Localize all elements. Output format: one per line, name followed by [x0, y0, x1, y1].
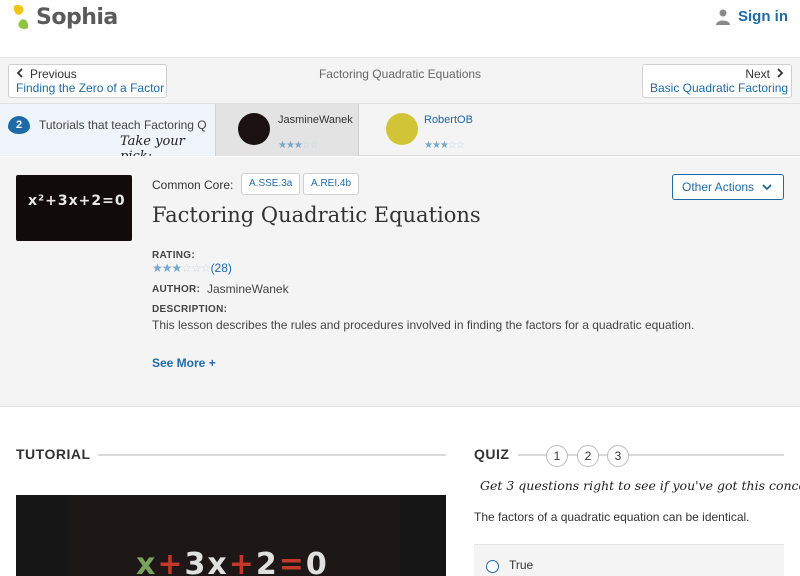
author-label: AUTHOR:	[152, 284, 201, 295]
quiz-question-text: The factors of a quadratic equation can …	[474, 510, 750, 524]
tutorial-picker-intro: 2 Tutorials that teach Factoring Q Take …	[0, 104, 215, 156]
tutorial-rating-stars: ★★★☆☆	[278, 140, 319, 151]
quiz-question-2[interactable]: 2	[577, 445, 599, 467]
rating-label: RATING:	[152, 250, 196, 261]
quiz-heading: QUIZ	[474, 446, 510, 462]
quiz-answer-option[interactable]: True	[474, 544, 784, 576]
tutorial-rating-stars: ★★★☆☆	[424, 140, 465, 151]
chevron-down-icon	[762, 184, 772, 191]
description-text: This lesson describes the rules and proc…	[152, 318, 695, 332]
signin-button[interactable]: Sign in	[716, 8, 788, 25]
sophia-logo-icon	[13, 4, 29, 30]
description-label: DESCRIPTION:	[152, 304, 228, 315]
other-actions-label: Other Actions	[682, 180, 755, 194]
lesson-thumbnail: x²+3x+2=0	[16, 175, 132, 241]
take-your-pick-text: Take your pick:	[120, 134, 185, 156]
video-equation: x+3x+2=0	[136, 547, 329, 576]
quiz-hint: Get 3 questions right to see if you've g…	[480, 478, 800, 493]
tutorial-thumbnail	[386, 113, 418, 145]
author-name: JasmineWanek	[207, 282, 289, 296]
common-core-label: Common Core:	[152, 178, 234, 192]
video-frame: x+3x+2=0	[70, 495, 400, 576]
rating-stars: ★★★☆☆☆	[152, 261, 212, 275]
tutorial-author[interactable]: RobertOB	[424, 114, 473, 126]
lesson-nav-bar: Previous Finding the Zero of a Factor Fa…	[0, 58, 800, 104]
sophia-logo[interactable]: Sophia	[10, 4, 118, 30]
tutorial-picker: 2 Tutorials that teach Factoring Q Take …	[0, 104, 800, 156]
logo-text: Sophia	[36, 4, 118, 30]
tutorial-divider	[98, 454, 446, 456]
standard-tag[interactable]: A.REI.4b	[303, 173, 360, 195]
tutorial-option-jasminewanek[interactable]: JasmineWanek ★★★☆☆	[215, 104, 359, 156]
standard-tag[interactable]: A.SSE.3a	[241, 173, 301, 195]
tutorial-thumbnail	[238, 113, 270, 145]
answer-radio[interactable]	[486, 560, 499, 573]
tutorial-count-text: Tutorials that teach Factoring Q	[39, 118, 207, 132]
answer-text: True	[509, 558, 534, 572]
next-button[interactable]: Next Basic Quadratic Factoring	[642, 64, 792, 98]
lesson-title: Factoring Quadratic Equations	[152, 203, 481, 227]
next-title[interactable]: Basic Quadratic Factoring	[650, 81, 788, 95]
see-more-link[interactable]: See More +	[152, 356, 216, 370]
next-label: Next	[745, 67, 770, 81]
rating-count: (28)	[210, 261, 232, 275]
tutorial-count-badge: 2	[8, 116, 30, 134]
chevron-right-icon	[777, 68, 784, 78]
lesson-info-panel: x²+3x+2=0 Common Core: A.SSE.3a A.REI.4b…	[0, 157, 800, 407]
signin-label: Sign in	[738, 8, 788, 25]
top-header: Sophia Sign in	[0, 0, 800, 58]
lesson-rating[interactable]: ★★★☆☆☆(28)	[152, 261, 232, 275]
quiz-question-3[interactable]: 3	[607, 445, 629, 467]
quiz-question-1[interactable]: 1	[546, 445, 568, 467]
user-icon	[716, 9, 730, 25]
previous-title[interactable]: Finding the Zero of a Factor	[16, 81, 164, 95]
tutorial-video[interactable]: x+3x+2=0	[16, 495, 446, 576]
tutorial-heading: TUTORIAL	[16, 446, 91, 462]
lesson-thumbnail-equation: x²+3x+2=0	[28, 193, 126, 209]
other-actions-dropdown[interactable]: Other Actions	[672, 174, 784, 200]
tutorial-option-robertob[interactable]: RobertOB ★★★☆☆	[360, 104, 520, 156]
tutorial-author: JasmineWanek	[278, 114, 353, 126]
